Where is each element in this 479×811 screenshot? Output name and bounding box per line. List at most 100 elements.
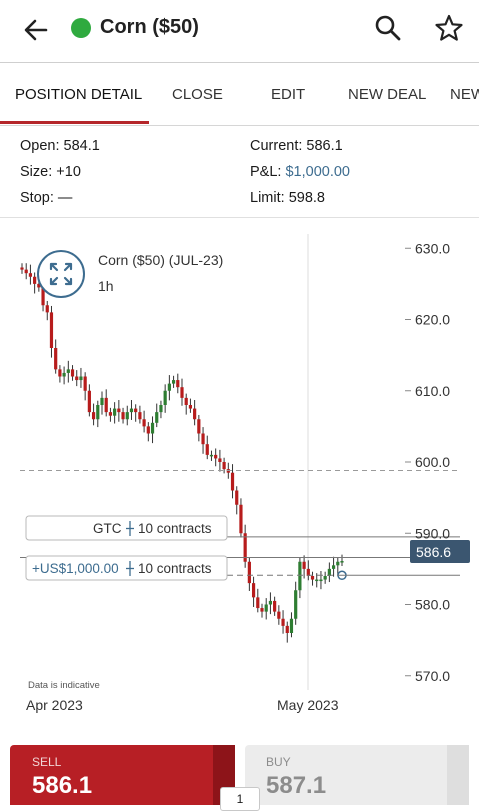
candle-body [273, 600, 277, 612]
y-tick-label: 570.0 [415, 668, 450, 684]
candle-body [28, 273, 33, 277]
open-value: 584.1 [63, 138, 100, 154]
candle-body [167, 383, 171, 391]
tab-close[interactable]: CLOSE [172, 63, 223, 125]
data-disclaimer: Data is indicative [28, 680, 100, 691]
candle-body [70, 369, 75, 377]
limit-value: 598.8 [288, 190, 325, 206]
candle-body [289, 618, 294, 633]
price-chart[interactable]: 630.0 620.0 610.0 600.0 590.0 580.0 570.0 Corn… [0, 218, 479, 738]
open-label: Open: [20, 138, 60, 154]
size-label: Size: [20, 164, 53, 180]
candle-body [100, 397, 104, 405]
instrument-title: Corn ($50) [100, 16, 199, 38]
candle-body [66, 369, 70, 373]
candle-body [129, 408, 134, 413]
current-value: 586.1 [306, 138, 343, 154]
candle-body [315, 579, 319, 582]
buy-label: BUY [266, 755, 291, 769]
candle-body [230, 472, 235, 491]
candle-body [176, 380, 180, 388]
buy-button[interactable]: BUY 587.1 [245, 745, 469, 805]
buy-button-edge [447, 745, 469, 805]
candle-body [45, 305, 49, 313]
pnl-label: P&L: [250, 164, 282, 180]
candle-body [79, 376, 83, 381]
candle-body [201, 433, 205, 445]
candle-body [163, 390, 167, 405]
candle-body [96, 405, 100, 420]
tab-edit[interactable]: EDIT [271, 63, 305, 125]
candle-body [218, 458, 222, 462]
y-tick-label: 590.0 [415, 525, 450, 541]
position-label[interactable]: +US$1,000.00 10 contracts [25, 555, 228, 581]
size-row: Size: +10 [20, 164, 81, 180]
active-tab-indicator [0, 121, 149, 124]
candle-body [159, 405, 163, 413]
candle-body [268, 600, 273, 605]
candle-body [193, 408, 197, 420]
chart-instrument-label: Corn ($50) (JUL-23) [98, 252, 223, 268]
candle-body [180, 387, 184, 398]
search-icon[interactable] [372, 12, 404, 44]
y-tick-label: 620.0 [415, 312, 450, 328]
quantity-field[interactable]: 1 [220, 787, 260, 811]
chart-interval-label: 1h [98, 278, 114, 294]
y-axis: 630.0 620.0 610.0 600.0 590.0 580.0 570.0 [405, 240, 450, 684]
candle-body [336, 561, 340, 566]
trade-bar: SELL 586.1 BUY 587.1 1 [0, 738, 479, 811]
candle-body [49, 312, 54, 348]
candle-body [209, 454, 214, 457]
current-label: Current: [250, 138, 303, 154]
candle-body [239, 504, 243, 534]
back-arrow-icon[interactable] [20, 14, 52, 46]
candle-body [323, 576, 327, 580]
candle-body [62, 372, 66, 377]
candle-body [331, 565, 336, 569]
candle-body [281, 618, 285, 626]
expand-chart-button[interactable] [37, 250, 85, 298]
stop-label: Stop: [20, 190, 54, 206]
candle-body [340, 561, 344, 563]
buy-price: 587.1 [266, 772, 327, 799]
current-price-tag-text: 586.6 [416, 544, 451, 560]
candle-body [54, 348, 58, 370]
sell-label: SELL [32, 755, 62, 769]
star-icon[interactable] [433, 12, 465, 44]
candle-body [121, 412, 125, 420]
open-row: Open: 584.1 [20, 138, 100, 154]
candle-body [302, 561, 306, 569]
candle-body [294, 590, 298, 619]
current-row: Current: 586.1 [250, 138, 343, 154]
candle-body [58, 369, 62, 377]
candle-body [125, 412, 129, 420]
candle-body [91, 412, 96, 420]
gtc-contracts-text: 10 contracts [138, 521, 212, 536]
y-tick-label: 630.0 [415, 240, 450, 256]
tab-position-detail[interactable]: POSITION DETAIL [15, 63, 142, 125]
candle-body [197, 419, 201, 434]
candle-body [310, 576, 315, 580]
pnl-value: $1,000.00 [285, 164, 350, 180]
position-summary: Open: 584.1 Size: +10 Stop: — Current: 5… [0, 125, 479, 218]
candle-body [256, 597, 260, 609]
pnl-row: P&L: $1,000.00 [250, 164, 350, 180]
candle-body [134, 408, 138, 413]
limit-row: Limit: 598.8 [250, 190, 325, 206]
tab-new-deal[interactable]: NEW DEAL [348, 63, 426, 125]
candle-body [251, 583, 256, 598]
candlestick-series [20, 263, 347, 643]
candle-body [235, 490, 239, 505]
candle-body [319, 579, 323, 582]
top-bar: Corn ($50) [0, 0, 479, 62]
y-tick-label: 610.0 [415, 383, 450, 399]
gtc-order-label[interactable]: GTC 10 contracts [25, 515, 228, 541]
candle-body [146, 426, 150, 434]
candle-body [260, 608, 264, 612]
candle-body [108, 412, 113, 416]
candle-body [20, 267, 24, 270]
position-contracts-text: 10 contracts [138, 561, 212, 576]
sell-price: 586.1 [32, 772, 93, 799]
tab-new[interactable]: NEW [450, 63, 479, 125]
sell-button[interactable]: SELL 586.1 [10, 745, 235, 805]
